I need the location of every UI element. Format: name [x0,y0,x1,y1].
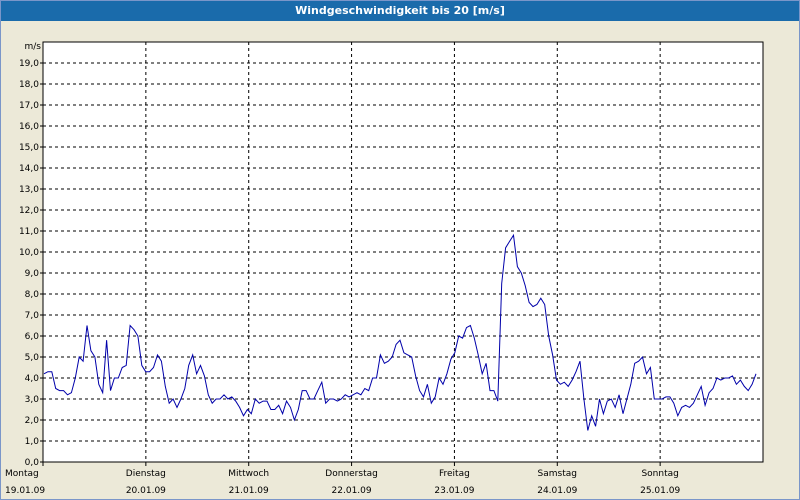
y-tick-label: 1,0 [25,437,40,447]
x-tick-day-label: Mittwoch [228,469,269,479]
y-tick-label: 14,0 [19,164,39,174]
y-axis-ticks: 0,0 1,0 2,0 3,0 4,0 5,0 6,0 7,0 8,0 9,0 10,0 11,0 12… [19,59,43,468]
x-tick-day-label: Montag [5,469,39,479]
x-tick-day-label: Dienstag [126,469,166,479]
y-axis-label: m/s [25,42,42,52]
x-tick-date-label: 25.01.09 [640,486,680,496]
x-tick-day-label: Sonntag [641,469,678,479]
chart-window: Windgeschwindigkeit bis 20 [m/s] 0,0 1,0 2… [0,0,800,500]
x-tick-date-label: 20.01.09 [126,486,166,496]
y-tick-label: 5,0 [25,353,40,363]
y-tick-label: 8,0 [25,290,40,300]
x-tick-date-label: 23.01.09 [434,486,474,496]
y-tick-label: 9,0 [25,269,40,279]
x-axis-ticks: Montag 19.01.09 Dienstag 20.01.09 Mittwoch 21… [5,462,680,496]
y-tick-label: 18,0 [19,80,39,90]
x-tick-date-label: 19.01.09 [5,486,45,496]
y-tick-label: 19,0 [19,59,39,69]
y-tick-label: 7,0 [25,311,40,321]
y-tick-label: 15,0 [19,143,39,153]
window-title: Windgeschwindigkeit bis 20 [m/s] [1,1,799,21]
x-tick-date-label: 21.01.09 [229,486,269,496]
y-tick-label: 11,0 [19,227,39,237]
x-tick-day-label: Samstag [538,469,577,479]
y-tick-label: 3,0 [25,395,40,405]
x-tick-day-label: Freitag [439,469,470,479]
y-tick-label: 16,0 [19,122,39,132]
y-tick-label: 12,0 [19,206,39,216]
y-tick-label: 17,0 [19,101,39,111]
x-tick-date-label: 22.01.09 [332,486,372,496]
wind-speed-chart: 0,0 1,0 2,0 3,0 4,0 5,0 6,0 7,0 8,0 9,0 10,0 11,0 12… [5,41,764,496]
x-tick-date-label: 24.01.09 [537,486,577,496]
y-tick-label: 4,0 [25,374,40,384]
y-tick-label: 0,0 [25,458,40,468]
y-tick-label: 2,0 [25,416,40,426]
y-tick-label: 10,0 [19,248,39,258]
x-tick-day-label: Donnerstag [325,469,378,479]
y-tick-label: 13,0 [19,185,39,195]
y-tick-label: 6,0 [25,332,40,342]
